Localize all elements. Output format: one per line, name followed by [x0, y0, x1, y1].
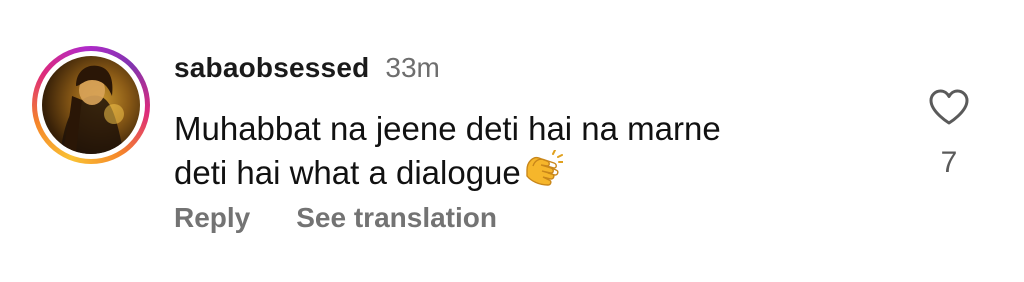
like-button[interactable]: 7 [920, 88, 978, 188]
comment-item: sabaobsessed 33m Muhabbat na jeene deti … [0, 0, 1024, 282]
avatar[interactable] [42, 56, 140, 154]
see-translation-button[interactable]: See translation [296, 202, 497, 234]
comment-timestamp: 33m [385, 52, 440, 83]
heart-icon[interactable] [928, 88, 970, 126]
username-link[interactable]: sabaobsessed [174, 52, 369, 84]
like-count: 7 [940, 146, 958, 179]
clapping-hands-emoji-icon [523, 149, 564, 198]
comment-actions: Reply See translation [174, 202, 497, 234]
reply-button[interactable]: Reply [174, 202, 250, 234]
comment-text: Muhabbat na jeene deti hai na marne deti… [174, 108, 854, 198]
avatar-story-ring[interactable] [32, 46, 150, 164]
comment-text-line-2-text: deti hai what a dialogue [174, 154, 521, 191]
comment-text-line-2: deti hai what a dialogue [174, 149, 854, 198]
comment-text-line-1: Muhabbat na jeene deti hai na marne [174, 110, 721, 147]
comment-header: sabaobsessed 33m [174, 52, 440, 88]
